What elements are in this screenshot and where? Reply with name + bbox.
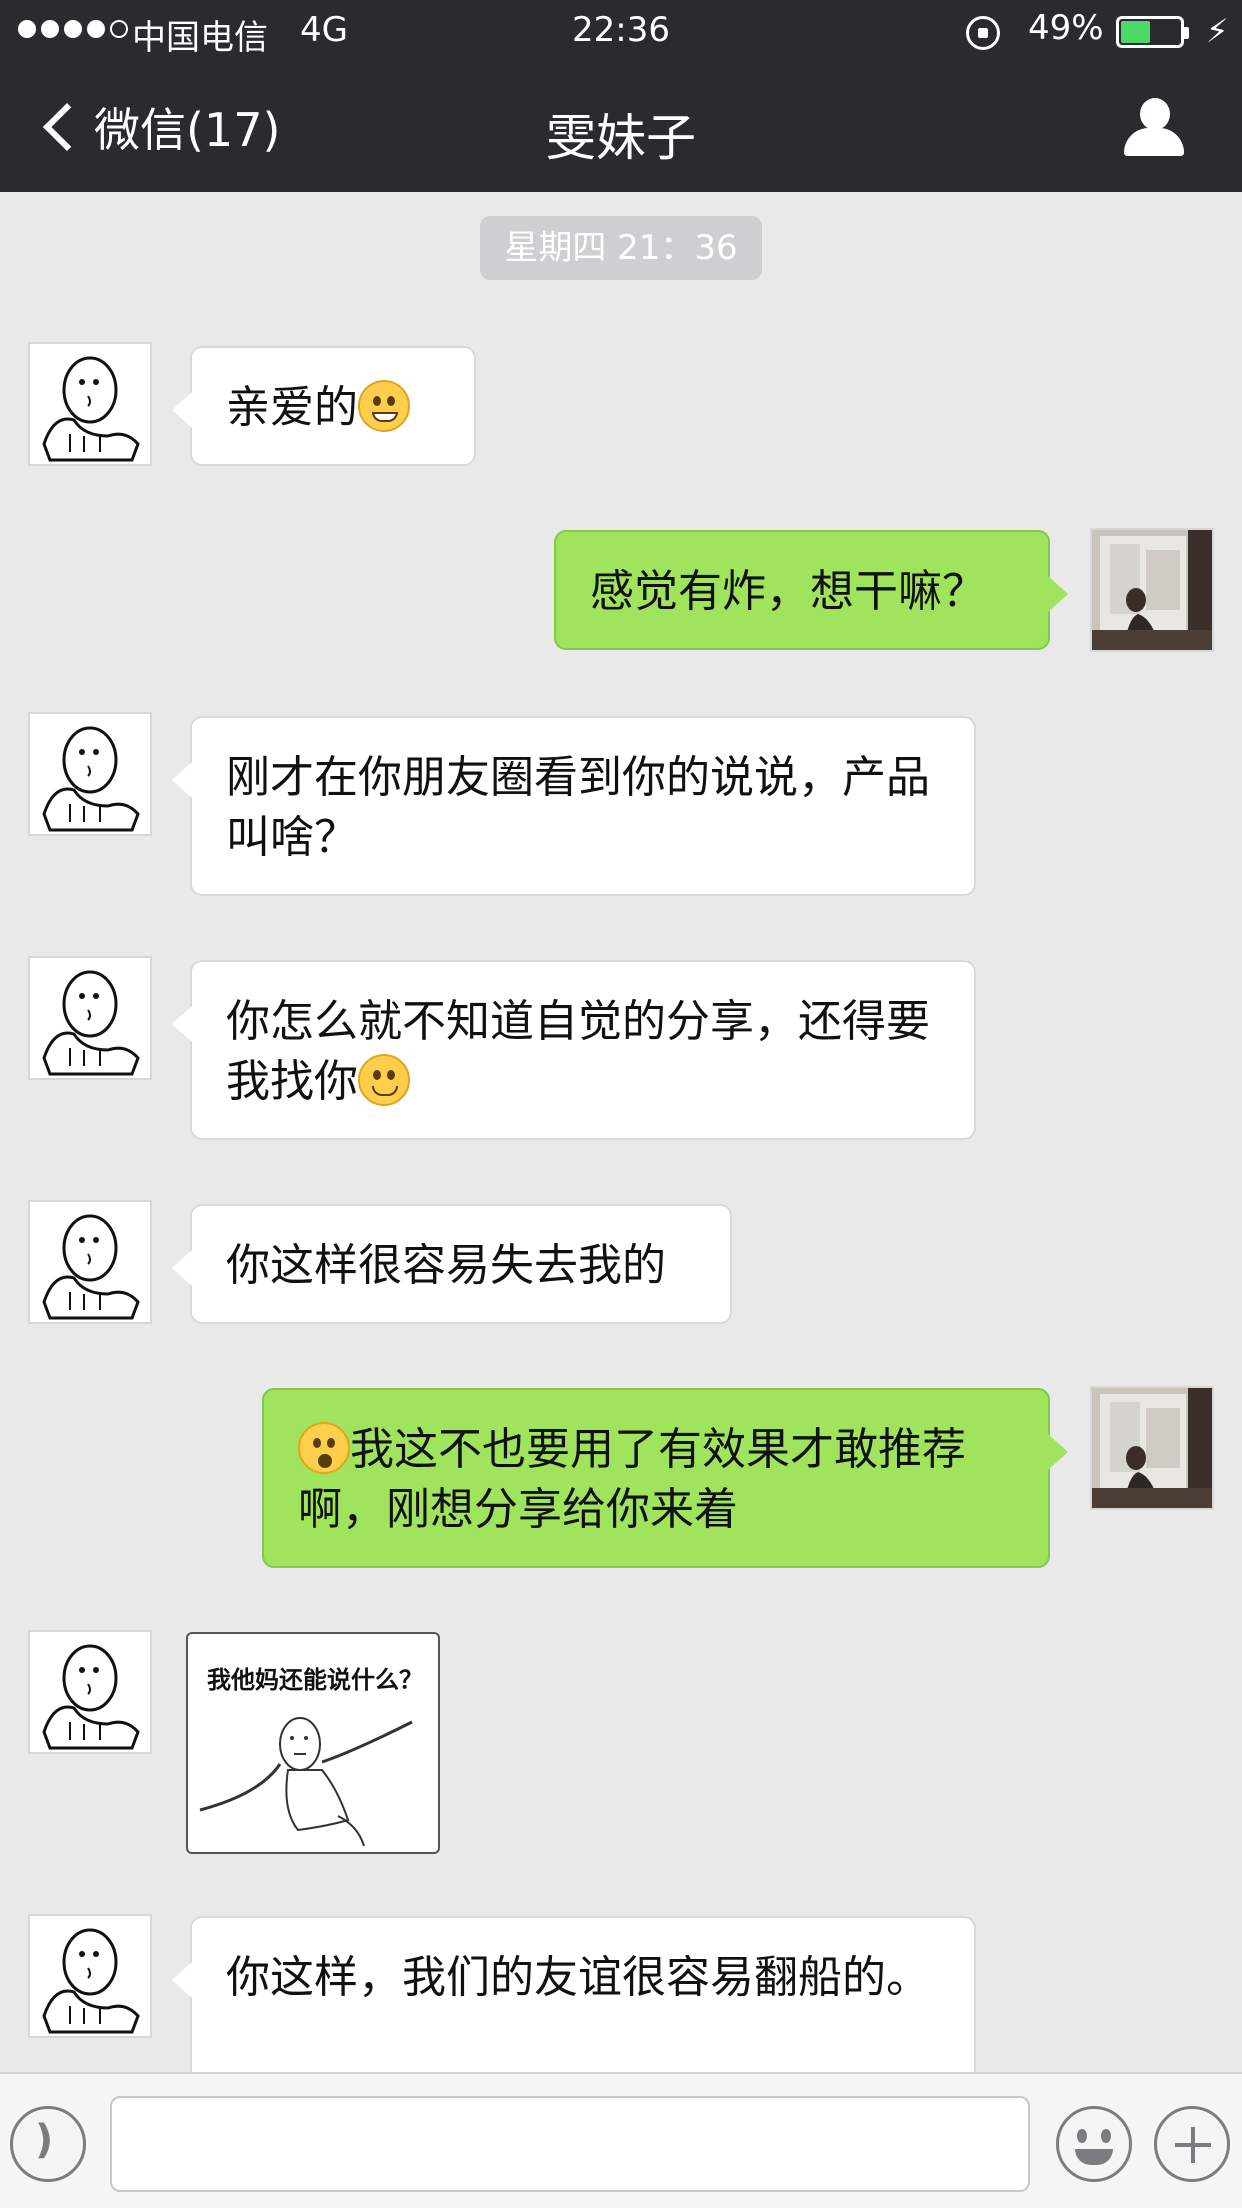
message-text: 亲爱的 bbox=[226, 382, 358, 433]
contact-avatar[interactable] bbox=[28, 1630, 152, 1754]
message-list[interactable]: 星期四 21：36 亲爱的 感觉有炸，想干嘛？ 刚才在你朋友圈看到你的说说，产品… bbox=[0, 192, 1242, 2072]
battery-fill bbox=[1121, 21, 1150, 43]
plus-icon[interactable] bbox=[1154, 2106, 1230, 2182]
smile-emoji-icon bbox=[358, 1054, 410, 1106]
input-bar bbox=[0, 2072, 1242, 2208]
message-bubble[interactable]: 你这样，我们的友谊很容易翻船的。 bbox=[172, 1916, 976, 2072]
message-bubble[interactable]: 你这样很容易失去我的 bbox=[172, 1204, 732, 1324]
contact-avatar[interactable] bbox=[28, 1200, 152, 1324]
message-bubble-outgoing[interactable]: 感觉有炸，想干嘛？ bbox=[554, 530, 1068, 650]
surprised-emoji-icon bbox=[298, 1422, 350, 1474]
message-text: 你这样很容易失去我的 bbox=[226, 1240, 666, 1291]
message-bubble[interactable]: 你怎么就不知道自觉的分享，还得要我找你 bbox=[172, 960, 976, 1140]
message-bubble[interactable]: 亲爱的 bbox=[172, 346, 476, 466]
voice-icon[interactable] bbox=[10, 2106, 86, 2182]
sticker-message[interactable]: 我他妈还能说什么？ bbox=[186, 1632, 440, 1854]
message-text: 感觉有炸，想干嘛？ bbox=[590, 566, 986, 617]
contact-avatar[interactable] bbox=[28, 712, 152, 836]
message-input[interactable] bbox=[110, 2096, 1030, 2192]
message-timestamp: 星期四 21：36 bbox=[480, 216, 762, 280]
grin-emoji-icon bbox=[358, 380, 410, 432]
message-text: 你怎么就不知道自觉的分享，还得要我找你 bbox=[226, 996, 930, 1107]
message-text: 我这不也要用了有效果才敢推荐啊，刚想分享给你来着 bbox=[298, 1424, 966, 1535]
rotation-lock-icon bbox=[966, 16, 1000, 50]
contact-avatar[interactable] bbox=[28, 1914, 152, 2038]
battery-percent: 49% bbox=[1028, 8, 1104, 48]
message-bubble[interactable]: 刚才在你朋友圈看到你的说说，产品叫啥？ bbox=[172, 716, 976, 896]
emoji-face-icon[interactable] bbox=[1056, 2106, 1132, 2182]
my-avatar[interactable] bbox=[1090, 1386, 1214, 1510]
message-text: 刚才在你朋友圈看到你的说说，产品叫啥？ bbox=[226, 752, 930, 863]
chat-title: 雯妹子 bbox=[546, 109, 696, 167]
nav-bar: 微信(17) 雯妹子 bbox=[0, 64, 1242, 192]
my-avatar[interactable] bbox=[1090, 528, 1214, 652]
charging-icon: ⚡ bbox=[1206, 12, 1229, 50]
contact-avatar[interactable] bbox=[28, 342, 152, 466]
message-bubble-outgoing[interactable]: 我这不也要用了有效果才敢推荐啊，刚想分享给你来着 bbox=[262, 1388, 1068, 1568]
wechat-chat-screen: 中国电信 4G 22:36 49% ⚡ 微信(17) 雯妹子 星期四 21：36… bbox=[0, 0, 1242, 2208]
person-icon[interactable] bbox=[1124, 98, 1184, 160]
contact-avatar[interactable] bbox=[28, 956, 152, 1080]
shrugging-figure-icon bbox=[199, 1717, 413, 1847]
status-bar: 中国电信 4G 22:36 49% ⚡ bbox=[0, 0, 1242, 64]
battery-icon bbox=[1116, 16, 1189, 48]
message-text: 你这样，我们的友谊很容易翻船的。 bbox=[226, 1952, 930, 2003]
